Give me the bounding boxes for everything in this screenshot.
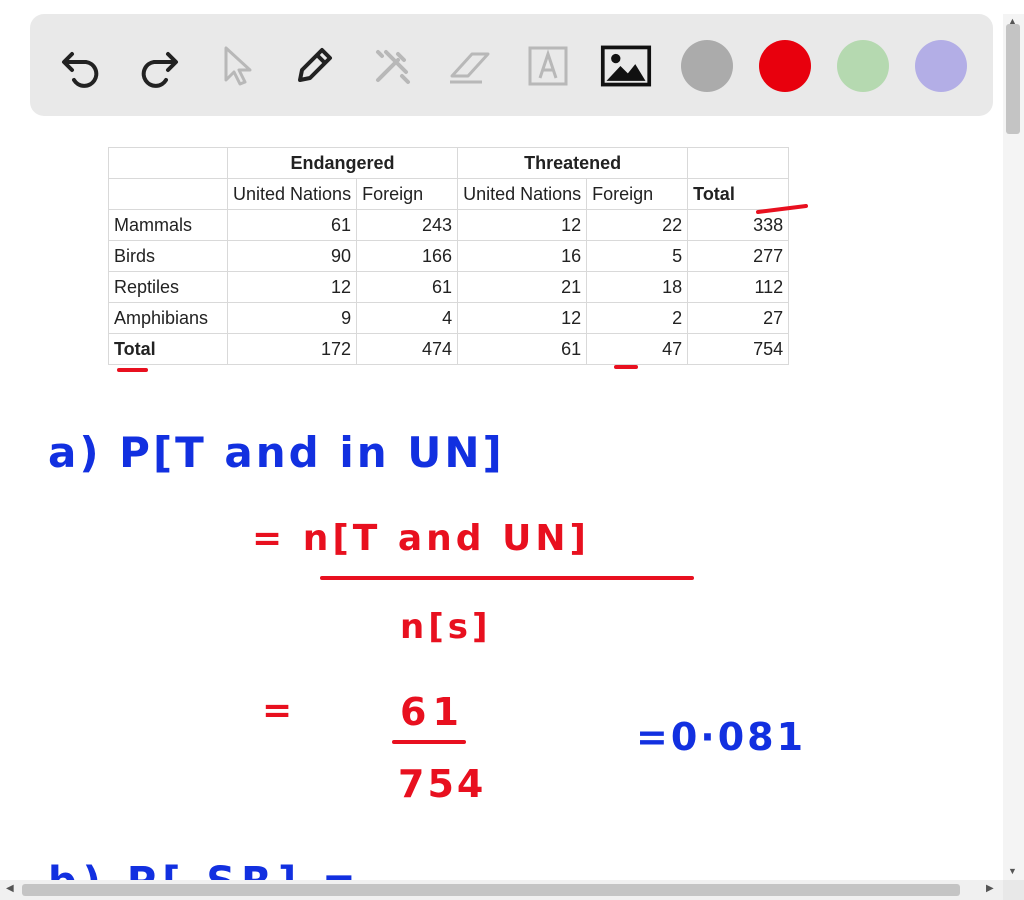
result-value: =0·081 (636, 715, 806, 759)
fraction-numerator: 61 (400, 690, 465, 734)
vertical-scroll-thumb[interactable] (1006, 24, 1020, 134)
handwriting-layer: a) P[T and in UN] = n[T and UN] n[s] = 6… (48, 204, 808, 880)
horizontal-scrollbar[interactable]: ◀ ▶ (0, 880, 1003, 900)
scroll-left-icon[interactable]: ◀ (6, 883, 14, 894)
formula-denominator: n[s] (400, 607, 492, 647)
scroll-right-icon[interactable]: ▶ (986, 883, 994, 894)
formula-numerator: = n[T and UN] (252, 518, 590, 559)
fraction-denominator: 754 (398, 762, 486, 806)
horizontal-scroll-thumb[interactable] (22, 884, 960, 896)
scroll-down-icon[interactable]: ▼ (1008, 866, 1017, 876)
part-a-question: a) P[T and in UN] (48, 428, 505, 477)
underline-mark (756, 204, 808, 214)
part-b-partial: b) P[ SR] = (48, 859, 362, 880)
vertical-scrollbar[interactable]: ▲ ▼ (1003, 14, 1024, 880)
equals-sign: = (262, 690, 292, 731)
scrollbar-corner (1003, 880, 1024, 900)
